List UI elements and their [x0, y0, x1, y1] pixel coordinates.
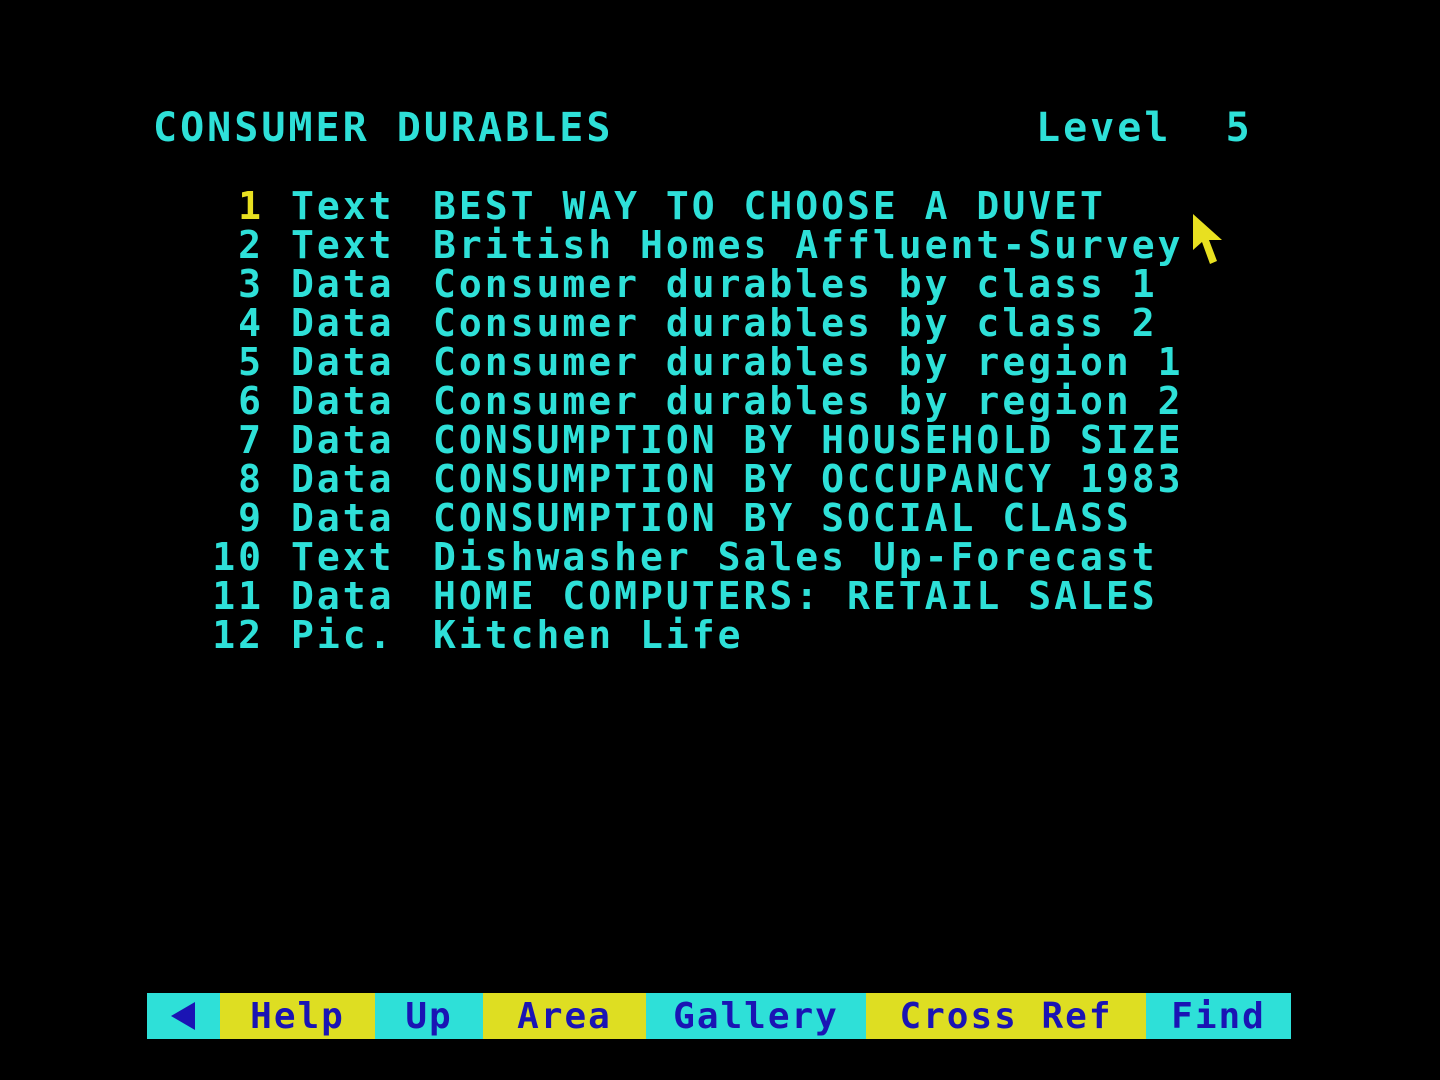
menu-item-6[interactable]: 6 Data Consumer durables by region 2 [200, 378, 1184, 423]
item-title: CONSUMPTION BY SOCIAL CLASS [433, 495, 1132, 540]
menu-item-11[interactable]: 11 Data HOME COMPUTERS: RETAIL SALES [200, 573, 1183, 618]
back-button[interactable] [147, 993, 220, 1039]
item-number: 7 [238, 417, 264, 462]
menu-item-3[interactable]: 3 Data Consumer durables by class 1 [200, 261, 1183, 306]
item-title: BEST WAY TO CHOOSE A DUVET [433, 183, 1106, 228]
menu-item-8[interactable]: 8 Data CONSUMPTION BY OCCUPANCY 1983 [200, 456, 1184, 501]
item-title: Consumer durables by class 1 [433, 261, 1158, 306]
item-type: Data [291, 573, 395, 618]
item-number: 1 [238, 183, 264, 228]
bottom-toolbar: Help Up Area Gallery Cross Ref Find [147, 993, 1291, 1039]
item-title: Consumer durables by class 2 [433, 300, 1158, 345]
menu-item-12[interactable]: 12 Pic. Kitchen Life [200, 612, 1183, 657]
item-number: 12 [212, 612, 264, 657]
item-type: Data [291, 339, 395, 384]
item-title: HOME COMPUTERS: RETAIL SALES [433, 573, 1158, 618]
item-number: 8 [238, 456, 264, 501]
item-title: Consumer durables by region 1 [433, 339, 1184, 384]
item-number: 11 [212, 573, 264, 618]
item-type: Data [291, 378, 395, 423]
up-button[interactable]: Up [375, 993, 483, 1039]
menu-item-1[interactable]: 1 Text BEST WAY TO CHOOSE A DUVET [200, 183, 1183, 228]
menu-item-2[interactable]: 2 Text British Homes Affluent-Survey [200, 222, 1184, 267]
item-type: Pic. [291, 612, 395, 657]
gallery-button[interactable]: Gallery [646, 993, 866, 1039]
item-title: CONSUMPTION BY OCCUPANCY 1983 [433, 456, 1184, 501]
item-number: 10 [212, 534, 264, 579]
item-title: CONSUMPTION BY HOUSEHOLD SIZE [433, 417, 1184, 462]
menu-item-7[interactable]: 7 Data CONSUMPTION BY HOUSEHOLD SIZE [200, 417, 1184, 462]
item-type: Data [291, 495, 395, 540]
menu-item-5[interactable]: 5 Data Consumer durables by region 1 [200, 339, 1184, 384]
item-type: Text [291, 222, 395, 267]
item-type: Data [291, 417, 395, 462]
item-title: Dishwasher Sales Up-Forecast [433, 534, 1158, 579]
screen: CONSUMER DURABLES Level 5 1 Text BEST WA… [0, 0, 1440, 1080]
item-number: 5 [238, 339, 264, 384]
item-title: Kitchen Life [433, 612, 744, 657]
item-type: Text [291, 534, 395, 579]
menu-list: 1 Text BEST WAY TO CHOOSE A DUVET 2 Text… [200, 183, 1184, 657]
left-arrow-icon [170, 1002, 195, 1030]
area-button[interactable]: Area [483, 993, 646, 1039]
item-number: 2 [238, 222, 264, 267]
find-button[interactable]: Find [1146, 993, 1291, 1039]
item-number: 9 [238, 495, 264, 540]
mouse-pointer-icon [1193, 214, 1222, 264]
help-button[interactable]: Help [220, 993, 375, 1039]
item-type: Data [291, 261, 395, 306]
level-indicator: Level 5 [1036, 105, 1253, 151]
menu-item-4[interactable]: 4 Data Consumer durables by class 2 [200, 300, 1183, 345]
item-type: Data [291, 456, 395, 501]
item-title: Consumer durables by region 2 [433, 378, 1184, 423]
item-type: Data [291, 300, 395, 345]
menu-item-9[interactable]: 9 Data CONSUMPTION BY SOCIAL CLASS [200, 495, 1183, 540]
page-title: CONSUMER DURABLES [153, 105, 614, 151]
item-number: 4 [238, 300, 264, 345]
item-number: 6 [238, 378, 264, 423]
item-title: British Homes Affluent-Survey [433, 222, 1184, 267]
menu-item-10[interactable]: 10 Text Dishwasher Sales Up-Forecast [200, 534, 1183, 579]
item-type: Text [291, 183, 395, 228]
cross-ref-button[interactable]: Cross Ref [866, 993, 1146, 1039]
item-number: 3 [238, 261, 264, 306]
